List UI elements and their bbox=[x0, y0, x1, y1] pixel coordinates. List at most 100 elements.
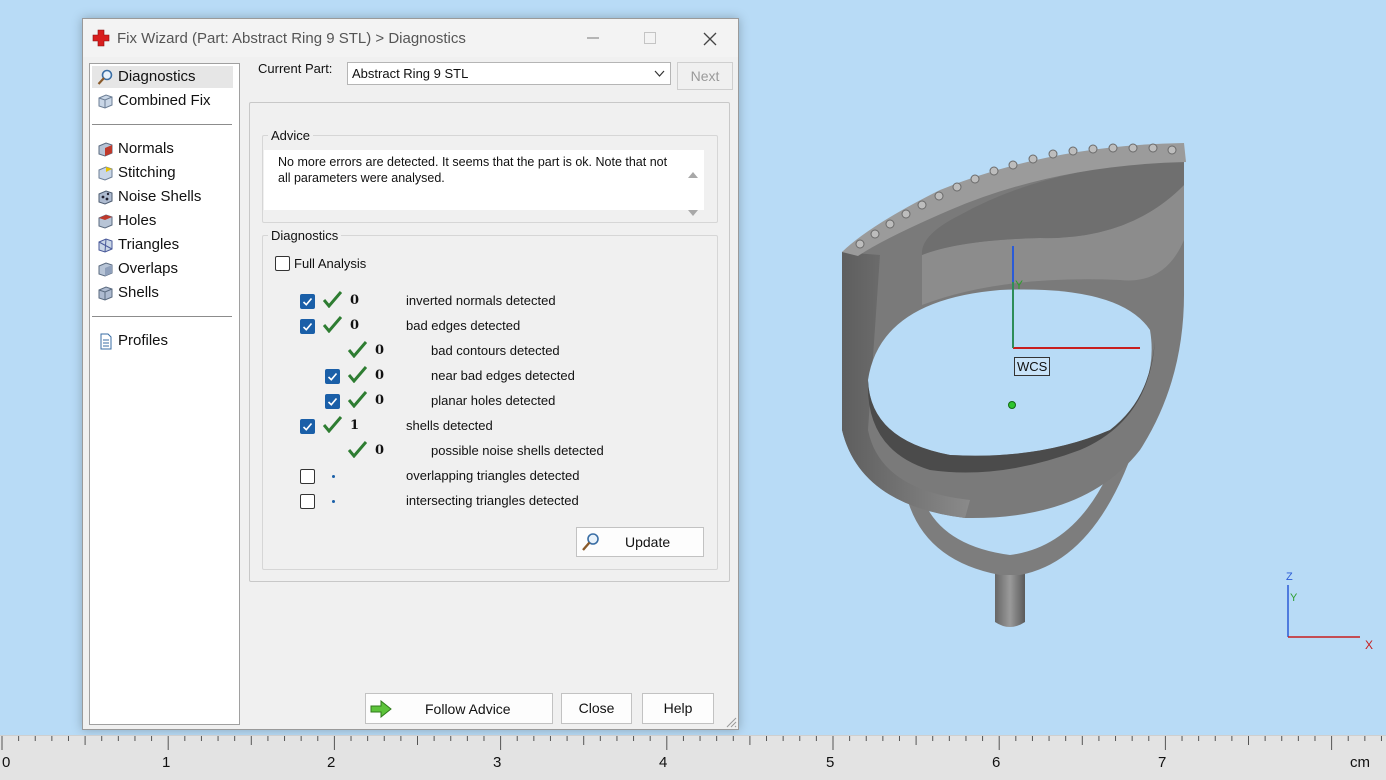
sidebar-item-label: Diagnostics bbox=[118, 68, 196, 85]
near-bad-edges-checkbox[interactable] bbox=[325, 369, 340, 384]
sidebar-item-profiles[interactable]: Profiles bbox=[92, 330, 233, 352]
update-button-label: Update bbox=[625, 534, 671, 550]
sidebar-item-triangles[interactable]: Triangles bbox=[92, 234, 233, 256]
ruler-mark: 0 bbox=[2, 754, 11, 771]
planar-holes-checkbox[interactable] bbox=[325, 394, 340, 409]
help-button[interactable]: Help bbox=[642, 693, 714, 724]
document-icon bbox=[100, 333, 112, 350]
near-bad-edges-count: 0 bbox=[375, 368, 385, 383]
ok-check-icon bbox=[348, 341, 367, 358]
sidebar-item-normals[interactable]: Normals bbox=[92, 138, 233, 160]
normals-cube-icon bbox=[98, 142, 113, 157]
update-button[interactable]: Update bbox=[576, 527, 704, 557]
wizard-sidebar: Diagnostics Combined Fix Normals Stitchi… bbox=[89, 63, 240, 725]
pending-dot-icon bbox=[332, 500, 335, 503]
sidebar-item-shells[interactable]: Shells bbox=[92, 282, 233, 304]
shells-count: 1 bbox=[350, 418, 360, 433]
minimize-button[interactable] bbox=[570, 19, 616, 57]
noise-shells-icon bbox=[98, 190, 113, 205]
sidebar-divider bbox=[92, 124, 232, 125]
near-bad-edges-label: near bad edges detected bbox=[431, 368, 575, 383]
ruler-unit: cm bbox=[1350, 754, 1370, 771]
advice-text: No more errors are detected. It seems th… bbox=[278, 155, 668, 185]
maximize-button[interactable] bbox=[627, 19, 673, 57]
shells-checkbox[interactable] bbox=[300, 419, 315, 434]
sidebar-item-label: Normals bbox=[118, 140, 174, 157]
ok-check-icon bbox=[348, 366, 367, 383]
resize-grip-icon[interactable] bbox=[725, 716, 737, 728]
sidebar-item-holes[interactable]: Holes bbox=[92, 210, 233, 232]
axis-y-label: Y bbox=[1015, 278, 1024, 292]
magnifier-icon bbox=[582, 533, 599, 551]
ok-check-icon bbox=[323, 316, 342, 333]
noise-shells-label: possible noise shells detected bbox=[431, 443, 604, 458]
sidebar-item-label: Shells bbox=[118, 284, 159, 301]
bad-edges-label: bad edges detected bbox=[406, 318, 521, 333]
planar-holes-count: 0 bbox=[375, 393, 385, 408]
title-bar[interactable]: Fix Wizard (Part: Abstract Ring 9 STL) >… bbox=[83, 19, 738, 57]
dialog-title: Fix Wizard (Part: Abstract Ring 9 STL) >… bbox=[117, 30, 466, 47]
bad-contours-count: 0 bbox=[375, 343, 385, 358]
ruler-ticks bbox=[1, 736, 1382, 750]
ok-check-icon bbox=[348, 391, 367, 408]
advice-text-area[interactable]: No more errors are detected. It seems th… bbox=[264, 150, 704, 216]
triad-y-label: Y bbox=[1290, 592, 1298, 604]
ruler-mark: 5 bbox=[826, 754, 835, 771]
pending-dot-icon bbox=[332, 475, 335, 478]
cube-icon bbox=[98, 94, 113, 109]
diagnostics-panel: Advice No more errors are detected. It s… bbox=[249, 102, 730, 582]
inverted-normals-checkbox[interactable] bbox=[300, 294, 315, 309]
inverted-normals-label: inverted normals detected bbox=[406, 293, 556, 308]
red-cross-app-icon bbox=[92, 29, 110, 47]
sidebar-item-label: Profiles bbox=[118, 332, 169, 349]
overlapping-triangles-label: overlapping triangles detected bbox=[406, 468, 580, 483]
ruler: 0 1 2 3 4 5 6 7 cm bbox=[0, 735, 1386, 780]
close-button[interactable]: Close bbox=[561, 693, 632, 724]
sidebar-item-label: Noise Shells bbox=[118, 188, 202, 205]
ruler-mark: 6 bbox=[992, 754, 1001, 771]
ok-check-icon bbox=[348, 441, 367, 458]
shells-cube-icon bbox=[98, 286, 113, 301]
ruler-mark: 2 bbox=[327, 754, 336, 771]
noise-shells-count: 0 bbox=[375, 443, 385, 458]
full-analysis-checkbox[interactable] bbox=[275, 256, 290, 271]
sidebar-item-stitching[interactable]: Stitching bbox=[92, 162, 233, 184]
triad-z-label: Z bbox=[1286, 571, 1293, 583]
bad-contours-label: bad contours detected bbox=[431, 343, 560, 358]
ruler-mark: 4 bbox=[659, 754, 668, 771]
bad-edges-checkbox[interactable] bbox=[300, 319, 315, 334]
ok-check-icon bbox=[323, 291, 342, 308]
overlaps-cube-icon bbox=[98, 262, 113, 277]
sidebar-divider bbox=[92, 316, 232, 317]
current-part-label: Current Part: bbox=[258, 61, 333, 76]
ruler-mark: 7 bbox=[1158, 754, 1167, 771]
wcs-label: WCS bbox=[1014, 357, 1051, 376]
follow-advice-label: Follow Advice bbox=[425, 701, 511, 717]
full-analysis-label: Full Analysis bbox=[294, 256, 367, 271]
follow-advice-button[interactable]: Follow Advice bbox=[365, 693, 553, 724]
minimize-icon bbox=[587, 37, 599, 39]
intersecting-triangles-checkbox[interactable] bbox=[300, 494, 315, 509]
current-part-select[interactable]: Abstract Ring 9 STL bbox=[347, 62, 671, 85]
sidebar-item-combined-fix[interactable]: Combined Fix bbox=[92, 90, 233, 112]
diagnostics-legend: Diagnostics bbox=[271, 228, 339, 243]
close-window-button[interactable] bbox=[686, 19, 732, 57]
fix-wizard-dialog: Fix Wizard (Part: Abstract Ring 9 STL) >… bbox=[82, 18, 739, 730]
overlapping-triangles-checkbox[interactable] bbox=[300, 469, 315, 484]
green-arrow-icon bbox=[370, 700, 392, 718]
close-icon bbox=[703, 32, 717, 46]
sidebar-item-label: Combined Fix bbox=[118, 92, 211, 109]
scroll-up-arrow-icon bbox=[688, 172, 698, 178]
intersecting-triangles-label: intersecting triangles detected bbox=[406, 493, 579, 508]
sidebar-item-label: Stitching bbox=[118, 164, 176, 181]
next-button[interactable]: Next bbox=[677, 62, 733, 90]
sidebar-item-noise-shells[interactable]: Noise Shells bbox=[92, 186, 233, 208]
sidebar-item-diagnostics[interactable]: Diagnostics bbox=[92, 66, 233, 88]
bad-edges-count: 0 bbox=[350, 318, 360, 333]
triangles-cube-icon bbox=[98, 238, 113, 253]
magnifier-icon bbox=[97, 69, 113, 85]
sidebar-item-overlaps[interactable]: Overlaps bbox=[92, 258, 233, 280]
advice-scrollbar[interactable] bbox=[686, 166, 700, 222]
sidebar-item-label: Holes bbox=[118, 212, 157, 229]
inverted-normals-count: 0 bbox=[350, 293, 360, 308]
